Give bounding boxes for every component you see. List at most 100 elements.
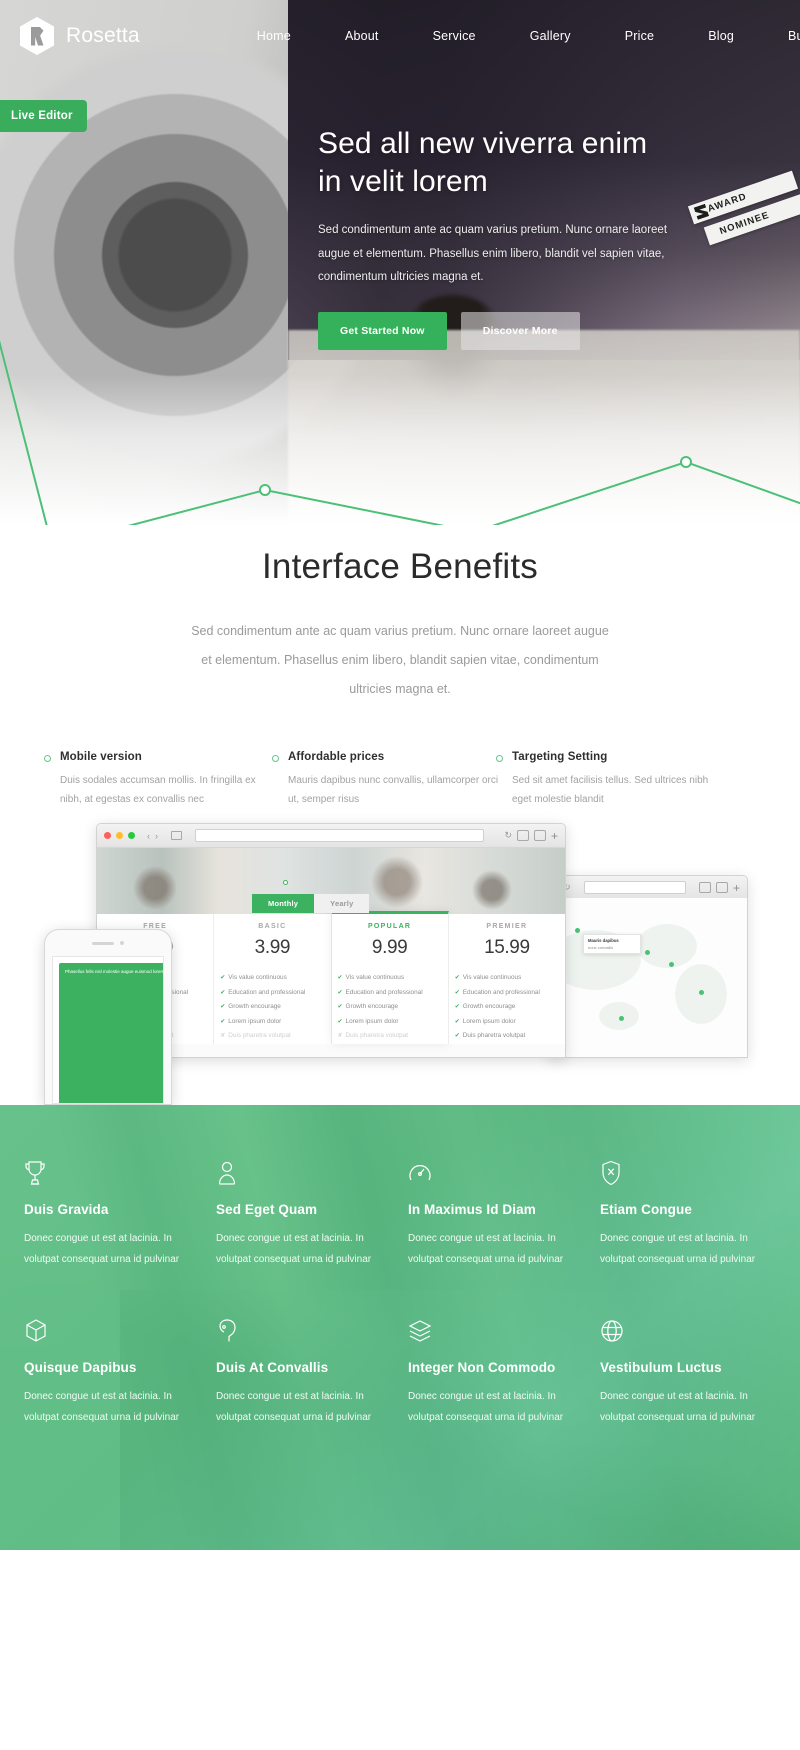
user-profile-icon: [216, 1160, 392, 1186]
nav-item-home[interactable]: Home: [230, 29, 318, 43]
layers-icon: [408, 1318, 584, 1344]
plan-feature: Vis value continuous: [455, 971, 559, 986]
feature-column-targeting-setting: Targeting Setting Sed sit amet facilisis…: [496, 751, 727, 809]
plan-features: Vis value continuous Education and profe…: [449, 971, 565, 1044]
share-icon[interactable]: [516, 830, 529, 842]
map-card-title: Mauris dapibus: [588, 938, 619, 944]
feature-title: Targeting Setting: [512, 751, 608, 764]
green-feature-text: Donec congue ut est at lacinia. In volut…: [216, 1391, 372, 1423]
hero-title-line-2: in velit lorem: [318, 165, 488, 199]
plan-feature: Vis value continuous: [338, 971, 442, 986]
hero-section: Rosetta Home About Service Gallery Price…: [0, 0, 800, 525]
green-feature-duis-at-convallis: Duis At Convallis Donec congue ut est at…: [216, 1318, 392, 1428]
browser-url-bar[interactable]: [195, 829, 485, 843]
plan-price: 9.99: [371, 937, 408, 959]
hero-subtitle: Sed condimentum ante ac quam varius pret…: [318, 224, 668, 284]
green-features-section: Duis Gravida Donec congue ut est at laci…: [0, 1105, 800, 1551]
live-editor-badge[interactable]: Live Editor: [0, 100, 87, 132]
tabs-icon[interactable]: [715, 882, 728, 894]
plan-card-premier[interactable]: PREMIER 15.99 Vis value continuous Educa…: [448, 914, 565, 1044]
feature-title: Affordable prices: [288, 751, 385, 764]
plan-feature-disabled: Duis pharetra volutpat: [220, 1029, 324, 1044]
map-browser-mockup: ↻ + Mauris dapibus nunc convallis Look: [548, 875, 748, 1059]
toggle-monthly[interactable]: Monthly: [252, 894, 315, 914]
plan-feature: Education and professional: [338, 986, 442, 1001]
plan-feature: Lorem ipsum dolor: [338, 1015, 442, 1030]
map-pin[interactable]: [619, 1016, 624, 1022]
plan-feature: Education and professional: [455, 986, 559, 1001]
maximize-window-icon[interactable]: [128, 832, 135, 840]
map-pin[interactable]: [669, 962, 674, 968]
map-info-card: Mauris dapibus nunc convallis: [583, 934, 641, 955]
feature-text: Mauris dapibus nunc convallis, ullamcorp…: [288, 775, 499, 805]
green-feature-title: Sed Eget Quam: [216, 1202, 318, 1218]
green-feature-text: Donec congue ut est at lacinia. In volut…: [408, 1391, 564, 1423]
nav-item-about[interactable]: About: [318, 29, 406, 43]
green-feature-title: In Maximus Id Diam: [408, 1202, 536, 1218]
award-ribbon-top-label: AWARD: [706, 191, 749, 215]
browser2-url-bar[interactable]: [583, 881, 686, 895]
plan-feature: Duis pharetra volutpat: [455, 1029, 559, 1044]
green-feature-in-maximus-id-diam: In Maximus Id Diam Donec congue ut est a…: [408, 1160, 584, 1270]
green-feature-text: Donec congue ut est at lacinia. In volut…: [24, 1233, 180, 1265]
green-feature-text: Donec congue ut est at lacinia. In volut…: [600, 1391, 756, 1423]
green-feature-title: Duis Gravida: [24, 1202, 109, 1218]
green-feature-text: Donec congue ut est at lacinia. In volut…: [24, 1391, 180, 1423]
nav-item-service[interactable]: Service: [406, 29, 503, 43]
share-icon[interactable]: [698, 882, 711, 894]
map-pin[interactable]: [699, 990, 704, 996]
green-feature-title: Quisque Dapibus: [24, 1360, 137, 1376]
new-tab-icon[interactable]: +: [551, 829, 558, 843]
plan-card-basic[interactable]: BASIC 3.99 Vis value continuous Educatio…: [214, 914, 332, 1044]
close-window-icon[interactable]: [104, 832, 111, 840]
feature-column-affordable-prices: Affordable prices Mauris dapibus nunc co…: [272, 751, 503, 809]
brand-logo[interactable]: Rosetta: [20, 17, 140, 55]
plan-feature: Education and professional: [220, 986, 324, 1001]
green-feature-sed-eget-quam: Sed Eget Quam Donec congue ut est at lac…: [216, 1160, 392, 1270]
zigzag-decoration: [0, 340, 800, 525]
green-feature-duis-gravida: Duis Gravida Donec congue ut est at laci…: [24, 1160, 200, 1270]
benefits-feature-columns: Mobile version Duis sodales accumsan mol…: [0, 751, 800, 811]
map-pin[interactable]: [645, 950, 650, 956]
green-feature-quisque-dapibus: Quisque Dapibus Donec congue ut est at l…: [24, 1318, 200, 1428]
hexagon-r-logo-icon: [20, 17, 54, 55]
map-canvas: Mauris dapibus nunc convallis Look: [549, 898, 747, 1058]
minimize-window-icon[interactable]: [116, 832, 123, 840]
green-feature-title: Integer Non Commodo: [408, 1360, 556, 1376]
plan-feature: Lorem ipsum dolor: [455, 1015, 559, 1030]
nav-item-price[interactable]: Price: [598, 29, 681, 43]
new-tab-icon[interactable]: +: [733, 881, 740, 895]
tag-icon: [216, 1318, 392, 1344]
hero-title-line-1: Sed all new viverra enim: [318, 127, 648, 160]
green-feature-title: Etiam Congue: [600, 1202, 692, 1218]
plan-name: POPULAR: [367, 923, 412, 931]
green-feature-vestibulum-luctus: Vestibulum Luctus Donec congue ut est at…: [600, 1318, 776, 1428]
bullet-dot-icon: [272, 755, 279, 763]
billing-period-toggle[interactable]: Monthly Yearly: [252, 894, 370, 914]
nav-links: Home About Service Gallery Price Blog Bu…: [230, 29, 800, 43]
globe-grid-icon: [600, 1318, 776, 1344]
nav-item-blog[interactable]: Blog: [681, 29, 761, 43]
map-pin[interactable]: [575, 928, 580, 934]
sidebar-toggle-icon[interactable]: [171, 831, 182, 841]
plan-card-popular[interactable]: POPULAR 9.99 Vis value continuous Educat…: [331, 911, 449, 1044]
tabs-icon[interactable]: [533, 830, 546, 842]
phone-camera-icon: [120, 941, 124, 946]
plan-feature-disabled: Duis pharetra volutpat: [338, 1029, 442, 1044]
reload-icon[interactable]: ↻: [504, 830, 512, 841]
feature-column-mobile-version: Mobile version Duis sodales accumsan mol…: [44, 751, 275, 809]
back-forward-icons[interactable]: ‹ ›: [147, 831, 158, 841]
map-card-text: nunc convallis: [588, 944, 614, 950]
benefits-title: Interface Benefits: [262, 547, 538, 586]
plan-name: BASIC: [258, 923, 287, 931]
feature-text: Duis sodales accumsan mollis. In fringil…: [60, 775, 256, 805]
phone-top-bar: [45, 930, 171, 956]
nav-item-buy-this[interactable]: Buy This: [761, 29, 800, 43]
nav-item-gallery[interactable]: Gallery: [503, 29, 598, 43]
phone-mockup: Phasellus felis nisl molestie augue euis…: [44, 929, 172, 1106]
hero-copy: Sed all new viverra enim in velit lorem …: [318, 125, 718, 350]
plan-feature: Growth encourage: [338, 1000, 442, 1015]
toggle-yearly[interactable]: Yearly: [314, 894, 370, 914]
plan-price: 15.99: [484, 937, 530, 959]
benefits-description: Sed condimentum ante ac quam varius pret…: [191, 624, 609, 696]
